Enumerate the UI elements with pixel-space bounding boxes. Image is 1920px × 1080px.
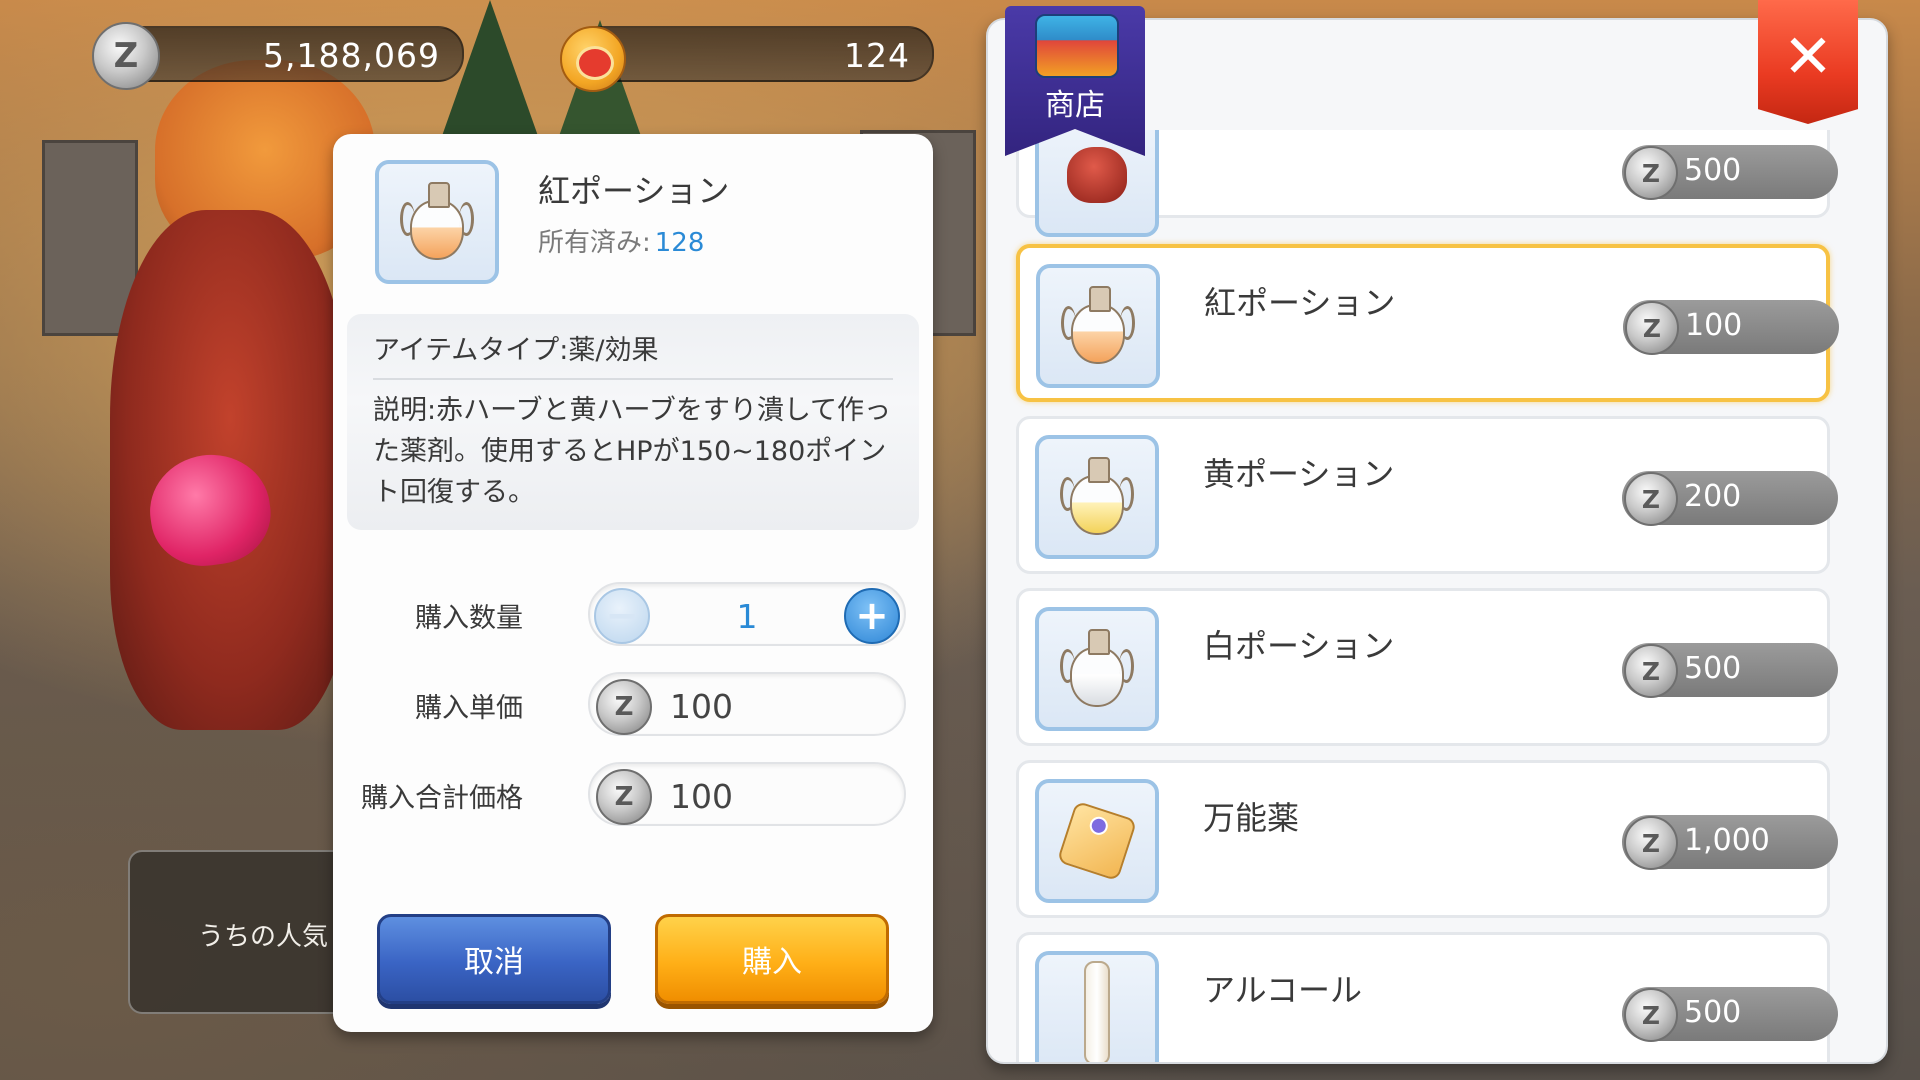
owned-label: 所有済み: [538,228,651,258]
item-description-box: アイテムタイプ:薬/効果 説明:赤ハーブと黄ハーブをすり潰して作った薬剤。使用す… [347,314,919,530]
zeny-coin-icon: Z [596,769,652,825]
total-price-value: 100 [670,777,733,816]
zeny-coin-icon: Z [92,22,160,90]
item-title: 紅ポーション [538,172,730,210]
shop-item-list[interactable]: Z 500 紅ポーション Z 100 黄ポーション Z 200 白ポーション Z… [1000,130,1880,1062]
shop-title: 商店 [1045,88,1105,123]
purchase-dialog: 紅ポーション 所有済み: 128 アイテムタイプ:薬/効果 説明:赤ハーブと黄ハー… [333,134,933,1032]
owned-number: 128 [654,228,705,258]
chat-bubble-text: うちの人気 [198,922,329,952]
price-value: 100 [1685,308,1743,343]
shop-title-badge: 商店 [1005,6,1145,156]
price-value: 500 [1684,153,1742,188]
shop-stall-icon [1035,14,1119,78]
price-tag: Z 200 [1622,471,1838,526]
cancel-button[interactable]: 取消 [377,914,611,1004]
zeny-coin-icon: Z [1624,644,1678,698]
shop-item-row[interactable]: アルコール Z 500 [1016,932,1838,1062]
white-potion-icon [1035,607,1159,731]
owned-count: 所有済み: 128 [538,222,704,259]
price-tag: Z 100 [1623,300,1839,355]
quantity-stepper[interactable]: − 1 + [588,582,906,646]
increase-quantity-button[interactable]: + [844,588,900,644]
zeny-coin-icon: Z [1624,146,1678,200]
close-button[interactable]: ✕ [1758,0,1858,124]
unit-price-value: 100 [670,687,733,726]
zeny-coin-icon: Z [1624,816,1678,870]
close-icon: ✕ [1782,22,1834,92]
shop-item-row-selected[interactable]: 紅ポーション Z 100 [1016,244,1839,402]
zeny-coin-icon: Z [1624,472,1678,526]
divider [373,378,893,380]
price-value: 1,000 [1684,823,1770,858]
item-name: 白ポーション [1203,627,1395,665]
shop-item-row[interactable]: 万能薬 Z 1,000 [1016,760,1838,918]
zeny-coin-icon: Z [1625,301,1679,355]
price-tag: Z 500 [1622,145,1838,200]
price-tag: Z 1,000 [1622,815,1838,870]
buy-button[interactable]: 購入 [655,914,889,1004]
shop-panel: Z 500 紅ポーション Z 100 黄ポーション Z 200 白ポーション Z… [986,18,1888,1064]
red-potion-icon [375,160,499,284]
shop-item-row[interactable]: 白ポーション Z 500 [1016,588,1838,746]
unit-price-label: 購入単価 [415,693,523,724]
item-name: 万能薬 [1203,799,1300,837]
item-name: 黄ポーション [1203,455,1395,493]
cat-coin-icon [560,26,626,92]
zeny-balance: 5,188,069 [263,36,440,75]
price-value: 200 [1684,479,1742,514]
unit-price-field: Z 100 [588,672,906,736]
stone-pillar [42,140,138,336]
item-name: 紅ポーション [1204,284,1396,322]
price-value: 500 [1684,995,1742,1030]
item-type: アイテムタイプ:薬/効果 [373,335,659,366]
panacea-icon [1035,779,1159,903]
price-tag: Z 500 [1622,987,1838,1042]
yellow-potion-icon [1035,435,1159,559]
cat-coin-balance: 124 [844,36,910,75]
zeny-coin-icon: Z [1624,988,1678,1042]
item-description: 説明:赤ハーブと黄ハーブをすり潰して作った薬剤。使用するとHPが150~180ポ… [373,395,892,508]
zeny-coin-icon: Z [596,679,652,735]
price-tag: Z 500 [1622,643,1838,698]
shop-item-row[interactable]: 黄ポーション Z 200 [1016,416,1838,574]
price-value: 500 [1684,651,1742,686]
quantity-label: 購入数量 [415,603,523,634]
alcohol-icon [1035,951,1159,1062]
total-price-label: 購入合計価格 [361,783,523,814]
red-potion-icon [1036,264,1160,388]
chat-bubble: うちの人気 [128,850,362,1014]
item-name: アルコール [1203,971,1363,1009]
total-price-field: Z 100 [588,762,906,826]
